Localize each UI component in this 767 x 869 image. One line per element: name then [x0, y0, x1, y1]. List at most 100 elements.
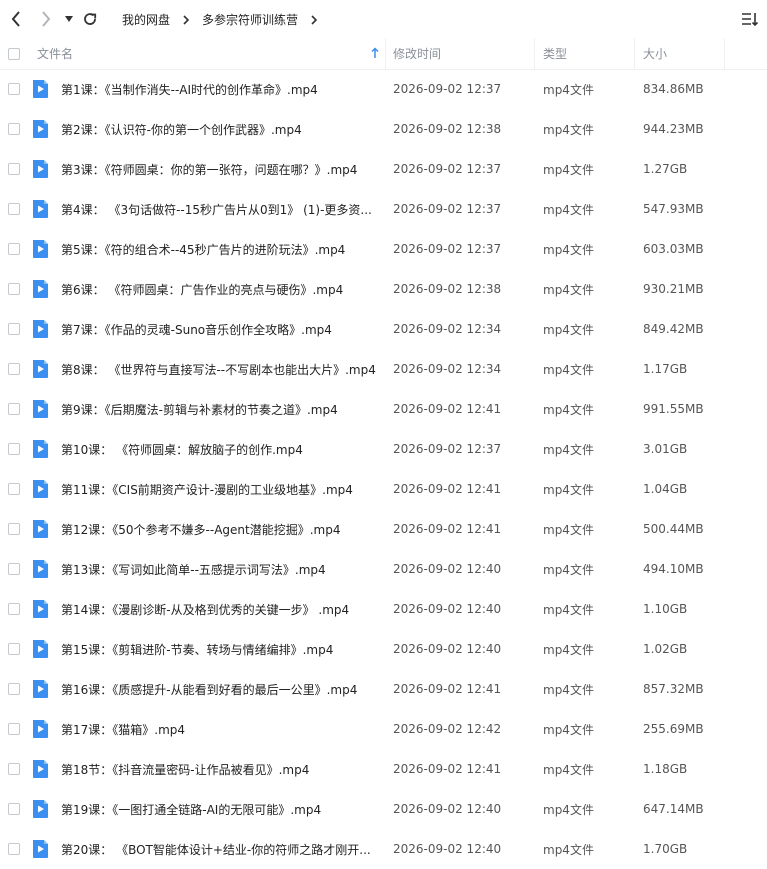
file-row[interactable]: 第4课： 《3句话做符--15秒广告片从0到1》 (1)-更多资... 2026-…: [0, 189, 767, 229]
file-name[interactable]: 第19课：《一图打通全链路-AI的无限可能》.mp4: [61, 789, 383, 829]
video-file-icon: [32, 109, 49, 149]
select-all-checkbox[interactable]: [8, 47, 20, 60]
file-name[interactable]: 第7课：《作品的灵魂-Suno音乐创作全攻略》.mp4: [61, 309, 383, 349]
row-checkbox[interactable]: [8, 243, 20, 255]
file-row[interactable]: 第14课：《漫剧诊断-从及格到优秀的关键一步》 .mp4 2026-09-02 1…: [0, 589, 767, 629]
file-size: 1.70GB: [643, 842, 688, 856]
history-dropdown-icon[interactable]: [64, 14, 74, 24]
file-name[interactable]: 第4课： 《3句话做符--15秒广告片从0到1》 (1)-更多资...: [61, 189, 383, 229]
row-checkbox-cell: [8, 269, 20, 309]
row-checkbox[interactable]: [8, 523, 20, 535]
file-name[interactable]: 第3课：《符师圆桌：你的第一张符，问题在哪？》.mp4: [61, 149, 383, 189]
row-checkbox[interactable]: [8, 843, 20, 855]
column-header-size-label: 大小: [643, 47, 668, 61]
file-size: 3.01GB: [643, 442, 688, 456]
column-header-size[interactable]: 大小: [635, 38, 725, 69]
breadcrumb-item-my-drive[interactable]: 我的网盘: [122, 11, 170, 28]
breadcrumb-item-current-folder[interactable]: 多参宗符师训练营: [202, 11, 298, 28]
row-checkbox[interactable]: [8, 83, 20, 95]
file-name[interactable]: 第8课： 《世界符与直接写法--不写剧本也能出大片》.mp4: [61, 349, 383, 389]
file-mtime: 2026-09-02 12:42: [393, 722, 502, 736]
file-row[interactable]: 第9课：《后期魔法-剪辑与补素材的节奏之道》.mp4 2026-09-02 12:…: [0, 389, 767, 429]
row-checkbox[interactable]: [8, 723, 20, 735]
video-file-icon: [32, 669, 49, 709]
file-row[interactable]: 第17课：《猫箱》.mp4 2026-09-02 12:42 mp4文件 255.69…: [0, 709, 767, 749]
file-row[interactable]: 第19课：《一图打通全链路-AI的无限可能》.mp4 2026-09-02 12:…: [0, 789, 767, 829]
column-header-mtime[interactable]: 修改时间: [385, 38, 535, 69]
row-checkbox[interactable]: [8, 123, 20, 135]
file-mtime: 2026-09-02 12:40: [393, 602, 502, 616]
file-type: mp4文件: [543, 522, 594, 537]
file-name[interactable]: 第1课：《当制作消失--AI时代的创作革命》.mp4: [61, 69, 383, 109]
file-name[interactable]: 第16课：《质感提升-从能看到好看的最后一公里》.mp4: [61, 669, 383, 709]
file-row[interactable]: 第12课：《50个参考不嫌多--Agent潜能挖掘》.mp4 2026-09-02…: [0, 509, 767, 549]
sort-menu-icon[interactable]: [741, 10, 759, 28]
file-name[interactable]: 第5课：《符的组合术--45秒广告片的进阶玩法》.mp4: [61, 229, 383, 269]
file-row[interactable]: 第5课：《符的组合术--45秒广告片的进阶玩法》.mp4 2026-09-02 1…: [0, 229, 767, 269]
row-checkbox[interactable]: [8, 563, 20, 575]
file-row[interactable]: 第1课：《当制作消失--AI时代的创作革命》.mp4 2026-09-02 12:…: [0, 69, 767, 109]
file-name[interactable]: 第11课：《CIS前期资产设计-漫剧的工业级地基》.mp4: [61, 469, 383, 509]
video-file-icon: [32, 629, 49, 669]
file-row[interactable]: 第7课：《作品的灵魂-Suno音乐创作全攻略》.mp4 2026-09-02 12…: [0, 309, 767, 349]
video-file-icon: [32, 749, 49, 789]
row-checkbox[interactable]: [8, 443, 20, 455]
file-mtime: 2026-09-02 12:41: [393, 402, 502, 416]
video-file-icon: [32, 829, 49, 869]
file-row[interactable]: 第10课： 《符师圆桌：解放脑子的创作.mp4 2026-09-02 12:37 m…: [0, 429, 767, 469]
row-checkbox[interactable]: [8, 323, 20, 335]
forward-arrow-icon[interactable]: [38, 10, 54, 28]
file-mtime: 2026-09-02 12:41: [393, 522, 502, 536]
row-checkbox[interactable]: [8, 643, 20, 655]
file-row[interactable]: 第2课：《认识符-你的第一个创作武器》.mp4 2026-09-02 12:38 m…: [0, 109, 767, 149]
file-row[interactable]: 第11课：《CIS前期资产设计-漫剧的工业级地基》.mp4 2026-09-02 …: [0, 469, 767, 509]
file-name[interactable]: 第20课： 《BOT智能体设计+结业-你的符师之路才刚开...: [61, 829, 383, 869]
column-header-type[interactable]: 类型: [535, 38, 635, 69]
row-checkbox[interactable]: [8, 763, 20, 775]
row-checkbox[interactable]: [8, 283, 20, 295]
file-row[interactable]: 第3课：《符师圆桌：你的第一张符，问题在哪？》.mp4 2026-09-02 12…: [0, 149, 767, 189]
file-name[interactable]: 第13课：《写词如此简单--五感提示词写法》.mp4: [61, 549, 383, 589]
file-row[interactable]: 第18节：《抖音流量密码-让作品被看见》.mp4 2026-09-02 12:41…: [0, 749, 767, 789]
row-checkbox[interactable]: [8, 683, 20, 695]
file-name[interactable]: 第6课： 《符师圆桌：广告作业的亮点与硬伤》.mp4: [61, 269, 383, 309]
file-row[interactable]: 第13课：《写词如此简单--五感提示词写法》.mp4 2026-09-02 12:…: [0, 549, 767, 589]
row-checkbox[interactable]: [8, 363, 20, 375]
file-name[interactable]: 第17课：《猫箱》.mp4: [61, 709, 383, 749]
file-row[interactable]: 第15课：《剪辑进阶-节奏、转场与情绪编排》.mp4 2026-09-02 12:…: [0, 629, 767, 669]
file-size: 944.23MB: [643, 122, 704, 136]
file-size: 494.10MB: [643, 562, 704, 576]
row-checkbox[interactable]: [8, 203, 20, 215]
file-type: mp4文件: [543, 602, 594, 617]
column-header-name-label: 文件名: [37, 47, 74, 61]
file-name[interactable]: 第12课：《50个参考不嫌多--Agent潜能挖掘》.mp4: [61, 509, 383, 549]
row-checkbox[interactable]: [8, 483, 20, 495]
row-checkbox[interactable]: [8, 803, 20, 815]
column-header-name[interactable]: 文件名: [37, 38, 386, 69]
file-row[interactable]: 第20课： 《BOT智能体设计+结业-你的符师之路才刚开... 2026-09-0…: [0, 829, 767, 869]
refresh-icon[interactable]: [82, 10, 98, 28]
file-row[interactable]: 第8课： 《世界符与直接写法--不写剧本也能出大片》.mp4 2026-09-02…: [0, 349, 767, 389]
file-name[interactable]: 第9课：《后期魔法-剪辑与补素材的节奏之道》.mp4: [61, 389, 383, 429]
sort-asc-icon[interactable]: [371, 47, 379, 62]
file-type: mp4文件: [543, 482, 594, 497]
row-checkbox[interactable]: [8, 403, 20, 415]
video-file-icon: [32, 269, 49, 309]
breadcrumb-chevron-icon[interactable]: [310, 14, 318, 25]
file-name[interactable]: 第18节：《抖音流量密码-让作品被看见》.mp4: [61, 749, 383, 789]
back-arrow-icon[interactable]: [8, 10, 24, 28]
file-size: 547.93MB: [643, 202, 704, 216]
file-name[interactable]: 第14课：《漫剧诊断-从及格到优秀的关键一步》 .mp4: [61, 589, 383, 629]
file-name[interactable]: 第2课：《认识符-你的第一个创作武器》.mp4: [61, 109, 383, 149]
video-file-icon: [32, 309, 49, 349]
row-checkbox-cell: [8, 309, 20, 349]
file-row[interactable]: 第6课： 《符师圆桌：广告作业的亮点与硬伤》.mp4 2026-09-02 12:…: [0, 269, 767, 309]
file-name[interactable]: 第10课： 《符师圆桌：解放脑子的创作.mp4: [61, 429, 383, 469]
row-checkbox[interactable]: [8, 603, 20, 615]
file-row[interactable]: 第16课：《质感提升-从能看到好看的最后一公里》.mp4 2026-09-02 1…: [0, 669, 767, 709]
file-size: 647.14MB: [643, 802, 704, 816]
video-file-icon: [32, 509, 49, 549]
file-size: 255.69MB: [643, 722, 704, 736]
file-name[interactable]: 第15课：《剪辑进阶-节奏、转场与情绪编排》.mp4: [61, 629, 383, 669]
row-checkbox[interactable]: [8, 163, 20, 175]
